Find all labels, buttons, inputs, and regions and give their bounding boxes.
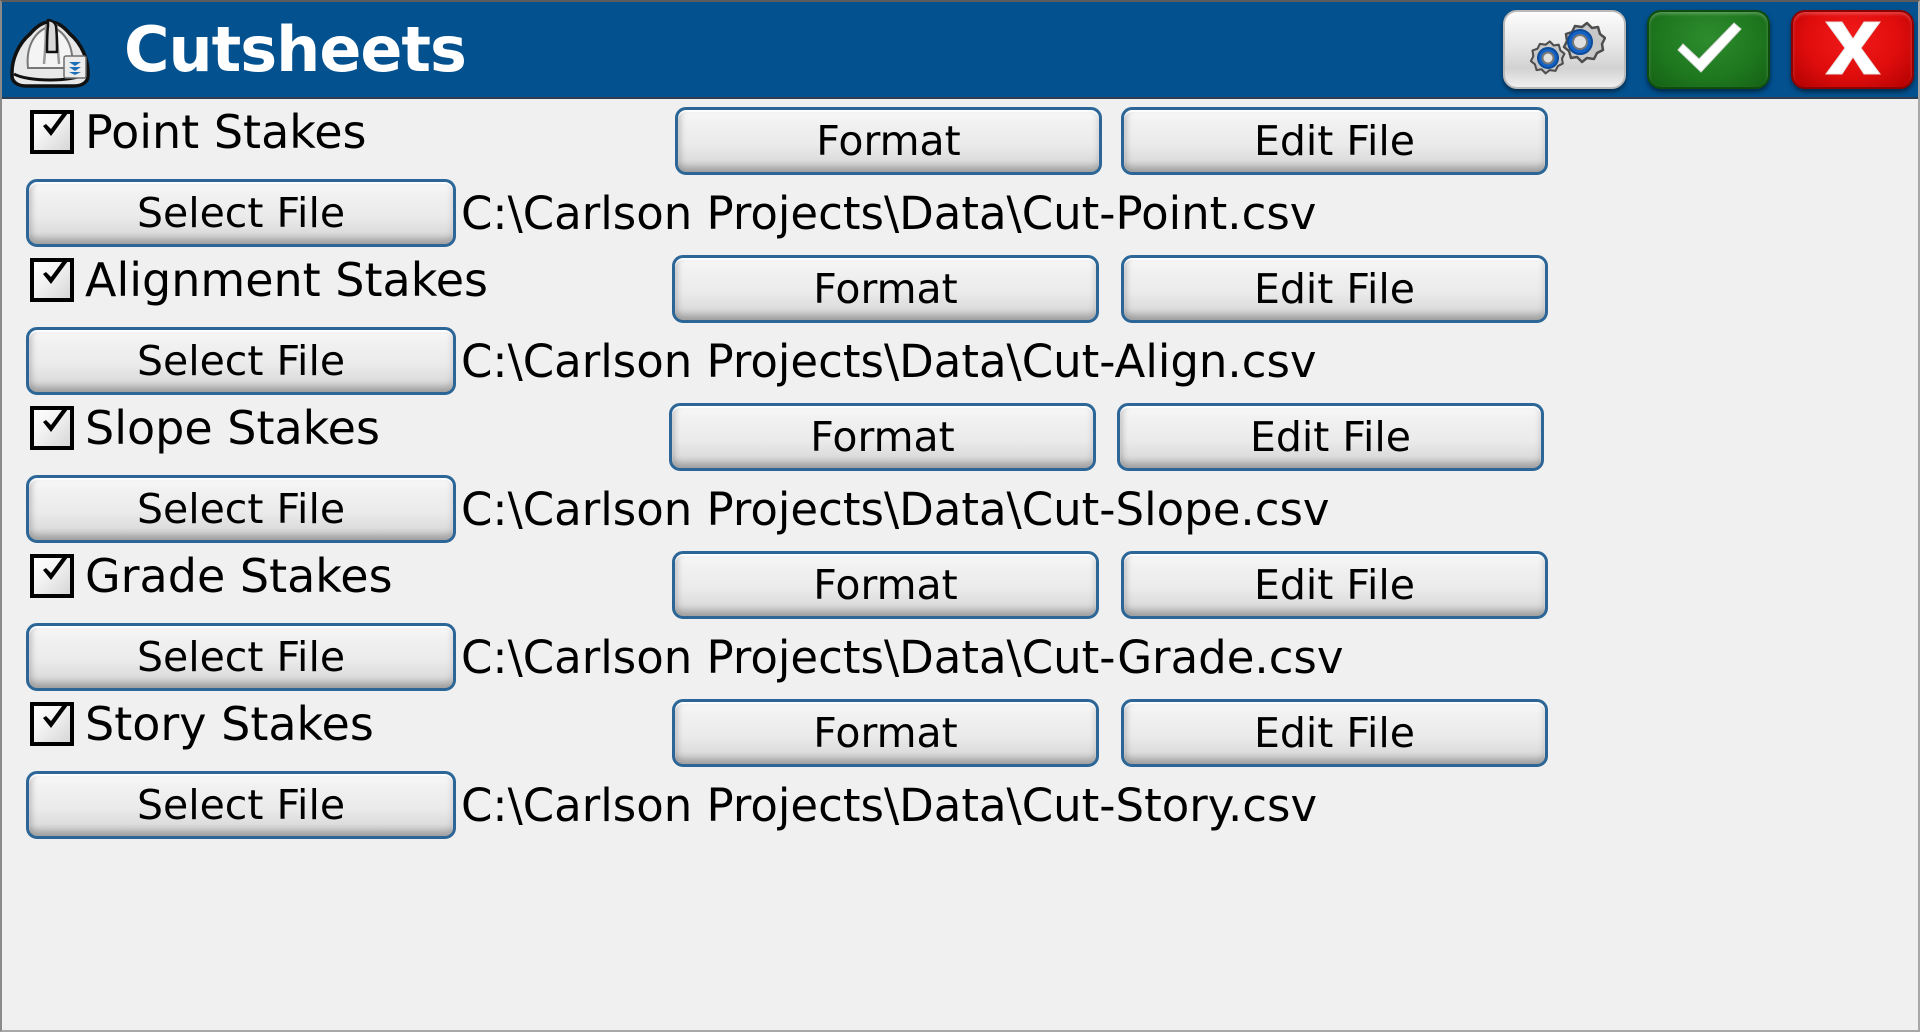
hard-hat-icon xyxy=(2,2,98,98)
edit-file-button-story-stakes[interactable]: Edit File xyxy=(1121,699,1548,767)
content-area: Point Stakes Format Edit File Select Fil… xyxy=(2,99,1918,1030)
select-file-button-alignment-stakes[interactable]: Select File xyxy=(26,327,456,395)
confirm-button[interactable] xyxy=(1647,10,1770,89)
edit-file-button-slope-stakes[interactable]: Edit File xyxy=(1117,403,1544,471)
checkbox-row-point-stakes[interactable]: Point Stakes xyxy=(30,109,367,155)
checkbox-label-alignment-stakes: Alignment Stakes xyxy=(85,253,488,307)
checkbox-label-slope-stakes: Slope Stakes xyxy=(85,401,380,455)
select-file-button-grade-stakes[interactable]: Select File xyxy=(26,623,456,691)
checkbox-grade-stakes[interactable] xyxy=(30,554,74,598)
format-button-alignment-stakes[interactable]: Format xyxy=(672,255,1099,323)
select-file-button-slope-stakes[interactable]: Select File xyxy=(26,475,456,543)
checkbox-row-story-stakes[interactable]: Story Stakes xyxy=(30,701,374,747)
format-button-slope-stakes[interactable]: Format xyxy=(669,403,1096,471)
format-button-story-stakes[interactable]: Format xyxy=(672,699,1099,767)
checkbox-point-stakes[interactable] xyxy=(30,110,74,154)
x-icon xyxy=(1817,17,1889,83)
edit-file-button-alignment-stakes[interactable]: Edit File xyxy=(1121,255,1548,323)
cancel-button[interactable] xyxy=(1791,10,1914,89)
checkmark-icon xyxy=(43,703,68,728)
settings-button[interactable] xyxy=(1503,10,1626,89)
checkmark-icon xyxy=(43,555,68,580)
checkbox-label-story-stakes: Story Stakes xyxy=(85,697,374,751)
format-button-point-stakes[interactable]: Format xyxy=(675,107,1102,175)
cutsheets-window: Cutsheets Point Stakes Format Edit File … xyxy=(0,0,1920,1032)
file-path-story-stakes: C:\Carlson Projects\Data\Cut-Story.csv xyxy=(461,779,1318,832)
checkbox-label-point-stakes: Point Stakes xyxy=(85,105,367,159)
title-bar: Cutsheets xyxy=(2,2,1918,99)
checkbox-label-grade-stakes: Grade Stakes xyxy=(85,549,393,603)
checkbox-row-slope-stakes[interactable]: Slope Stakes xyxy=(30,405,380,451)
edit-file-button-point-stakes[interactable]: Edit File xyxy=(1121,107,1548,175)
page-title: Cutsheets xyxy=(124,12,467,86)
file-path-grade-stakes: C:\Carlson Projects\Data\Cut-Grade.csv xyxy=(461,631,1344,684)
checkbox-alignment-stakes[interactable] xyxy=(30,258,74,302)
file-path-point-stakes: C:\Carlson Projects\Data\Cut-Point.csv xyxy=(461,187,1317,240)
select-file-button-story-stakes[interactable]: Select File xyxy=(26,771,456,839)
checkmark-icon xyxy=(43,407,68,432)
gears-icon xyxy=(1524,17,1606,83)
file-path-alignment-stakes: C:\Carlson Projects\Data\Cut-Align.csv xyxy=(461,335,1317,388)
checkmark-icon xyxy=(43,111,68,136)
checkbox-row-alignment-stakes[interactable]: Alignment Stakes xyxy=(30,257,488,303)
checkbox-slope-stakes[interactable] xyxy=(30,406,74,450)
checkbox-row-grade-stakes[interactable]: Grade Stakes xyxy=(30,553,393,599)
file-path-slope-stakes: C:\Carlson Projects\Data\Cut-Slope.csv xyxy=(461,483,1330,536)
checkmark-icon xyxy=(43,259,68,284)
checkbox-story-stakes[interactable] xyxy=(30,702,74,746)
edit-file-button-grade-stakes[interactable]: Edit File xyxy=(1121,551,1548,619)
check-icon xyxy=(1670,17,1748,83)
format-button-grade-stakes[interactable]: Format xyxy=(672,551,1099,619)
select-file-button-point-stakes[interactable]: Select File xyxy=(26,179,456,247)
